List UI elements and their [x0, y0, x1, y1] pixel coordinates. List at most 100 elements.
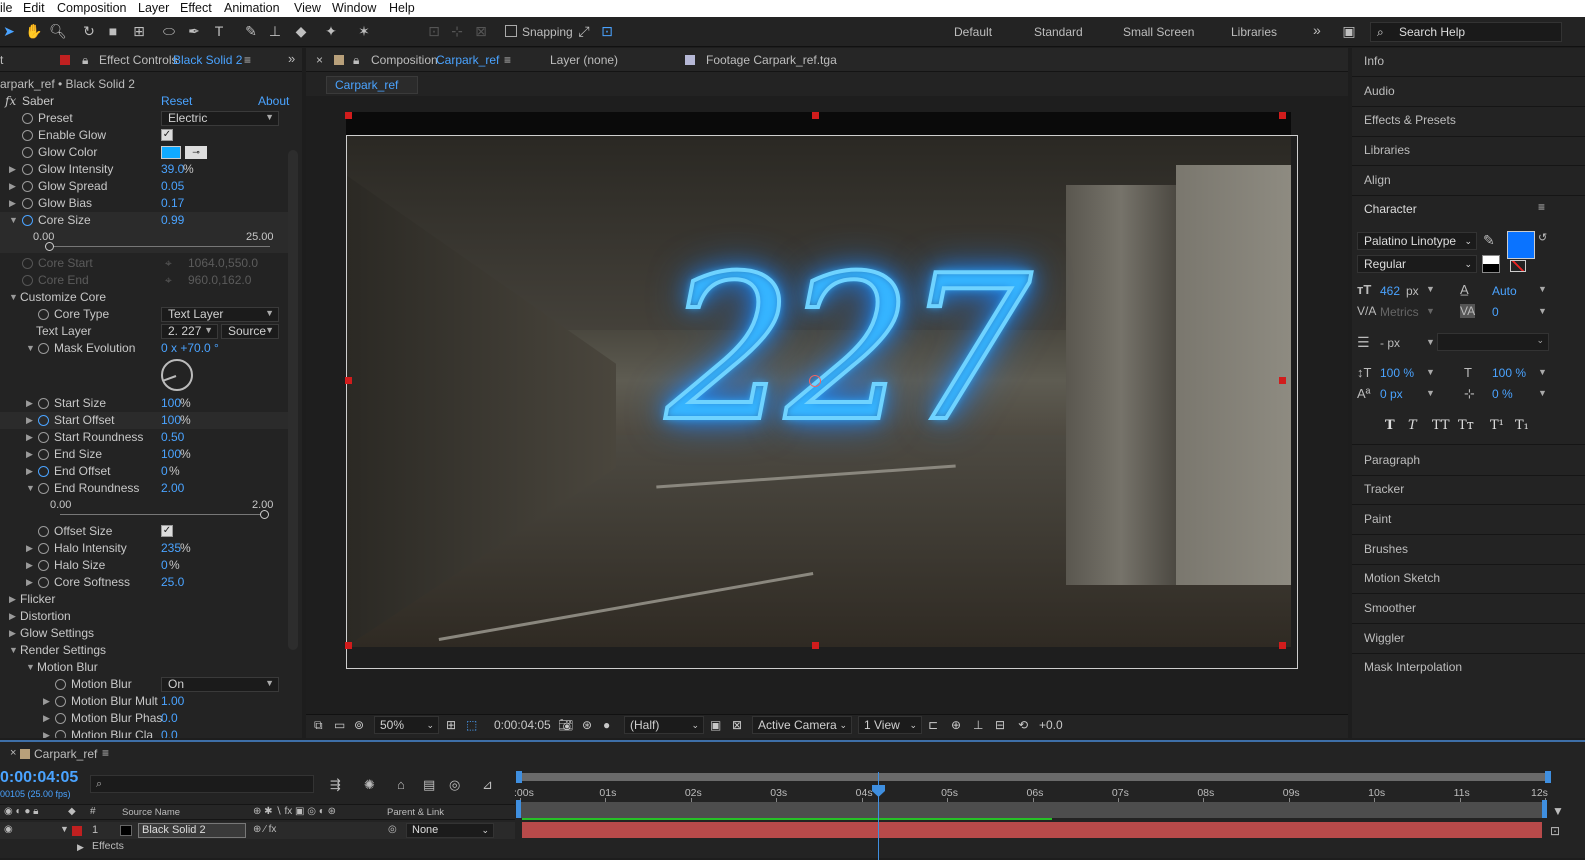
pen-tool-icon[interactable]: ✒: [185, 22, 203, 40]
core-size-slider-handle[interactable]: [45, 242, 54, 251]
twirl-down-icon[interactable]: ▼: [60, 824, 69, 834]
source-name-header[interactable]: Source Name: [122, 807, 180, 818]
time-navigator-bar[interactable]: [520, 773, 1545, 781]
effect-controls-tab-label[interactable]: Effect Controls: [99, 53, 177, 67]
leading-value[interactable]: Auto: [1492, 284, 1517, 298]
twirl-right-icon[interactable]: ▶: [9, 625, 16, 642]
twirl-right-icon[interactable]: ▶: [43, 710, 50, 727]
frame-blending-icon[interactable]: ▤: [423, 777, 435, 793]
faux-bold-button[interactable]: T: [1385, 418, 1395, 433]
type-tool-icon[interactable]: T: [210, 22, 228, 40]
pan-behind-tool-icon[interactable]: ⊞: [130, 22, 148, 40]
offset-size-checkbox[interactable]: ✓: [161, 525, 173, 537]
composition-tab-comp[interactable]: Carpark_ref: [436, 53, 499, 67]
navigator-end-handle[interactable]: [1545, 771, 1551, 783]
tracking-value[interactable]: 0: [1492, 305, 1499, 319]
eraser-tool-icon[interactable]: ◆: [292, 22, 310, 40]
motion-blur-icon[interactable]: ◎: [449, 777, 460, 793]
twirl-right-icon[interactable]: ▶: [26, 574, 33, 591]
search-help-input[interactable]: ⌕ Search Help: [1370, 22, 1562, 42]
twirl-right-icon[interactable]: ▶: [9, 195, 16, 212]
stopwatch-icon[interactable]: [38, 415, 49, 426]
graph-editor-icon[interactable]: ⊿: [482, 777, 493, 793]
layer-handle[interactable]: [345, 112, 352, 119]
panel-brushes[interactable]: Brushes: [1364, 542, 1408, 556]
superscript-button[interactable]: T¹: [1490, 418, 1504, 433]
twirl-right-icon[interactable]: ▶: [9, 608, 16, 625]
effect-controls-scrollbar[interactable]: [288, 150, 298, 650]
hand-tool-icon[interactable]: ✋: [25, 22, 43, 40]
kerning-value[interactable]: Metrics: [1380, 305, 1419, 319]
baseline-shift-value[interactable]: 0 px: [1380, 387, 1403, 401]
panel-audio[interactable]: Audio: [1364, 84, 1395, 98]
view-layout-dropdown[interactable]: 1 View ⌄: [858, 716, 922, 734]
twirl-right-icon[interactable]: ▶: [26, 540, 33, 557]
timeline-icon[interactable]: ⊥: [973, 718, 983, 732]
twirl-down-icon[interactable]: ▼: [26, 340, 35, 357]
layer-row[interactable]: ◉ ▼ 1 Black Solid 2 ⊕ ∕ fx ◎ None ⌄: [0, 822, 515, 839]
panel-menu-icon[interactable]: ≡: [1538, 200, 1545, 214]
effects-group-label[interactable]: Effects: [92, 840, 124, 852]
stopwatch-icon[interactable]: [38, 309, 49, 320]
panel-menu-icon[interactable]: ≡: [244, 53, 251, 67]
layer-name-field[interactable]: Black Solid 2: [138, 823, 246, 838]
glow-spread-value[interactable]: 0.05: [161, 178, 184, 195]
twirl-right-icon[interactable]: ▶: [9, 178, 16, 195]
halo-intensity-value[interactable]: 235: [161, 540, 181, 557]
workspace-small-screen[interactable]: Small Screen: [1123, 25, 1194, 39]
parent-dropdown[interactable]: None ⌄: [406, 823, 494, 838]
zoom-timeline-icon[interactable]: ⊡: [1550, 824, 1560, 838]
layer-handle[interactable]: [812, 112, 819, 119]
chevron-down-icon[interactable]: ▼: [1426, 284, 1435, 294]
flowchart-icon[interactable]: ⊟: [995, 718, 1005, 732]
chevron-down-icon[interactable]: ▼: [1538, 284, 1547, 294]
vr-icon[interactable]: ⊚: [354, 718, 364, 732]
eyedropper-icon[interactable]: ✎: [1483, 232, 1495, 249]
monitor-icon[interactable]: ▭: [334, 718, 345, 732]
fx-icon[interactable]: fx: [5, 93, 16, 110]
layer-handle[interactable]: [812, 642, 819, 649]
navigator-start-handle[interactable]: [516, 771, 522, 783]
clone-stamp-tool-icon[interactable]: ⊥: [266, 22, 284, 40]
workspace-menu-icon[interactable]: ▣: [1340, 22, 1358, 40]
fill-color-swatch[interactable]: [1507, 231, 1535, 259]
stopwatch-icon[interactable]: [55, 679, 66, 690]
panel-align[interactable]: Align: [1364, 173, 1391, 187]
region-of-interest-icon[interactable]: ▣: [710, 718, 721, 732]
stopwatch-icon[interactable]: [22, 164, 33, 175]
camera-dropdown[interactable]: Active Camera ⌄: [752, 716, 852, 734]
chevron-down-icon[interactable]: ▼: [1538, 388, 1547, 398]
enable-glow-checkbox[interactable]: ✓: [161, 129, 173, 141]
stopwatch-icon[interactable]: [38, 432, 49, 443]
stopwatch-icon[interactable]: [38, 577, 49, 588]
group-render-settings[interactable]: ▼ Render Settings: [0, 642, 288, 659]
brush-tool-icon[interactable]: ✎: [242, 22, 260, 40]
panel-paragraph[interactable]: Paragraph: [1364, 453, 1420, 467]
reset-exposure-icon[interactable]: ⟲: [1018, 718, 1028, 732]
core-type-dropdown[interactable]: Text Layer ▼: [161, 307, 279, 322]
menu-composition[interactable]: Composition: [57, 1, 126, 15]
mask-evolution-dial[interactable]: [161, 359, 193, 391]
resolution-dropdown[interactable]: (Half) ⌄: [624, 716, 704, 734]
timeline-search-input[interactable]: ⌕: [90, 775, 314, 793]
timeline-scroll-handle[interactable]: ▼: [1552, 804, 1564, 818]
panel-mask-interpolation[interactable]: Mask Interpolation: [1364, 660, 1462, 674]
preset-dropdown[interactable]: Electric ▼: [161, 111, 279, 126]
end-roundness-value[interactable]: 2.00: [161, 480, 184, 497]
swap-colors-icon[interactable]: ↺: [1538, 231, 1547, 244]
stopwatch-icon[interactable]: [38, 483, 49, 494]
panel-overflow-icon[interactable]: »: [288, 51, 295, 66]
camera-tool-icon[interactable]: ■: [104, 22, 122, 40]
snap-feature-icon[interactable]: ⊡: [598, 22, 616, 40]
video-switch-icon[interactable]: ◉ ◐ ● 🔒︎: [4, 806, 38, 817]
fast-preview-icon[interactable]: ⊕: [951, 718, 961, 732]
layer-label-color[interactable]: [72, 826, 82, 836]
menu-edit[interactable]: Edit: [23, 1, 45, 15]
twirl-right-icon[interactable]: ▶: [43, 727, 50, 738]
twirl-right-icon[interactable]: ▶: [26, 557, 33, 574]
motion-blur-clamp-value[interactable]: 0.0: [161, 727, 178, 738]
chevron-down-icon[interactable]: ▼: [1426, 306, 1435, 316]
motion-blur-mult-value[interactable]: 1.00: [161, 693, 184, 710]
group-motion-blur[interactable]: ▼ Motion Blur: [0, 659, 288, 676]
group-glow-settings[interactable]: ▶ Glow Settings: [0, 625, 288, 642]
